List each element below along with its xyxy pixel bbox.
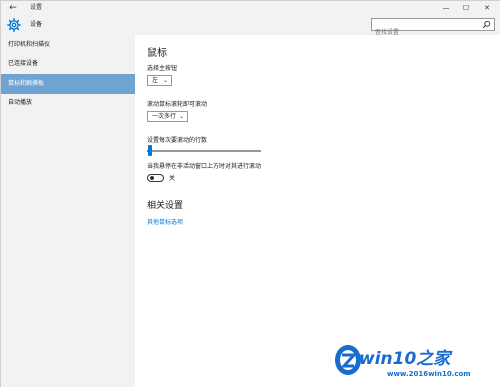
scroll-dropdown[interactable]: 一次多行 ⌄ [147, 111, 188, 122]
related-settings-title: 相关设置 [147, 201, 184, 211]
sidebar-item-connected-devices[interactable]: 已连接设备 [1, 54, 135, 74]
watermark-logo: win10之家 www.2016win10.com [333, 340, 498, 386]
scroll-value: 一次多行 [152, 113, 177, 120]
title-bar: ← 设置 — ☐ ✕ [1, 1, 500, 15]
page-title: 设备 [30, 21, 43, 28]
watermark-text: win10之家 [359, 349, 451, 369]
inactive-scroll-label: 当我悬停在非活动窗口上方时对其进行滚动 [147, 163, 262, 170]
main-content: 鼠标 选择主按钮 左 ⌄ 滚动鼠标滚轮即可滚动 一次多行 ⌄ 设置每次要滚动的行… [135, 35, 500, 387]
toggle-knob [150, 176, 154, 180]
primary-button-label: 选择主按钮 [147, 65, 178, 72]
minimize-button[interactable]: — [436, 1, 456, 15]
search-box[interactable] [371, 18, 495, 38]
window-title: 设置 [30, 4, 43, 11]
sidebar-item-mouse-touchpad[interactable]: 鼠标和触摸板 [1, 74, 135, 94]
primary-button-value: 左 [152, 77, 159, 84]
lines-slider[interactable] [147, 150, 261, 152]
sidebar-item-printers[interactable]: 打印机和扫描仪 [1, 35, 135, 55]
other-mouse-options-link[interactable]: 其他鼠标选项 [147, 217, 183, 226]
lines-label: 设置每次要滚动的行数 [147, 137, 208, 144]
scroll-label: 滚动鼠标滚轮即可滚动 [147, 101, 208, 108]
chevron-down-icon: ⌄ [178, 113, 184, 120]
chevron-down-icon: ⌄ [162, 77, 168, 84]
settings-window: ← 设置 — ☐ ✕ 设备 打印机和扫描仪 已连接设备 鼠标和 [0, 0, 500, 387]
sidebar: 打印机和扫描仪 已连接设备 鼠标和触摸板 自动播放 [1, 35, 135, 387]
slider-thumb[interactable] [148, 145, 152, 156]
close-button[interactable]: ✕ [477, 1, 497, 15]
toggle-state-label: 关 [169, 175, 176, 182]
search-icon[interactable] [482, 20, 491, 29]
watermark-url: www.2016win10.com [387, 370, 471, 378]
sidebar-item-autoplay[interactable]: 自动播放 [1, 93, 135, 113]
gear-icon [7, 18, 21, 32]
section-title: 鼠标 [147, 48, 167, 59]
page-header: 设备 [1, 15, 500, 38]
primary-button-dropdown[interactable]: 左 ⌄ [147, 75, 172, 86]
maximize-button[interactable]: ☐ [456, 1, 476, 15]
back-button[interactable]: ← [7, 2, 19, 14]
inactive-scroll-toggle[interactable] [147, 174, 164, 182]
